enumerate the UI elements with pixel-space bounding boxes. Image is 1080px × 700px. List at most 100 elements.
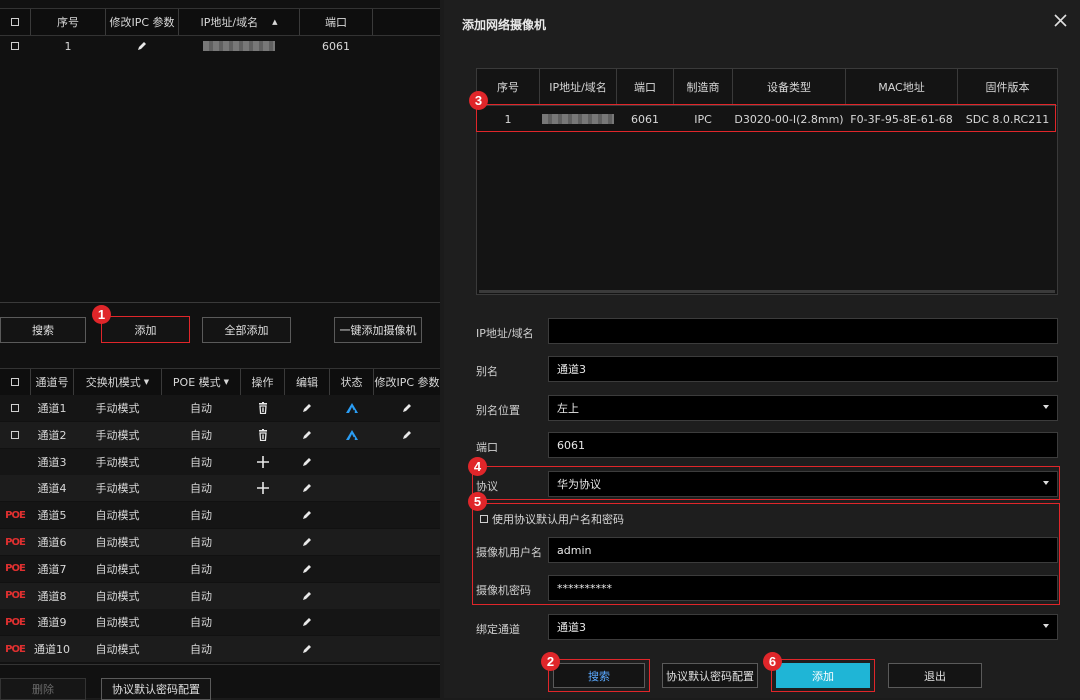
one-click-add-camera-button[interactable]: 一键添加摄像机 <box>334 317 422 343</box>
channel-name: 通道6 <box>37 536 67 549</box>
poe-indicator: POE <box>5 509 26 521</box>
username-input[interactable]: admin <box>548 537 1058 563</box>
header-ip-label: IP地址/域名 <box>200 16 259 29</box>
add-plus-icon[interactable] <box>241 475 284 501</box>
port-input[interactable]: 6061 <box>548 432 1058 458</box>
dropdown-caret-icon: ▼ <box>143 378 150 386</box>
header-modify-ipc-params: 修改IPC 参数 <box>374 376 440 389</box>
channel-row[interactable]: POE 通道9 自动模式 自动 <box>0 609 440 636</box>
password-input[interactable]: ********** <box>548 575 1058 601</box>
poe-mode: 自动 <box>190 509 212 523</box>
channel-row[interactable]: POE 通道8 自动模式 自动 <box>0 582 440 609</box>
header-channel: 通道号 <box>35 376 69 389</box>
header-modify-ipc: 修改IPC 参数 <box>109 16 175 29</box>
row-checkbox[interactable] <box>0 422 30 448</box>
add-all-button[interactable]: 全部添加 <box>202 317 291 343</box>
ip-input[interactable] <box>548 318 1058 344</box>
add-plus-icon[interactable] <box>241 449 284 475</box>
channel-name: 通道9 <box>37 616 67 630</box>
add-button[interactable]: 添加 <box>101 316 190 343</box>
edit-pencil-icon[interactable] <box>285 529 329 555</box>
header-poe-mode[interactable]: POE 模式 ▼ <box>162 369 240 395</box>
poe-mode: 自动 <box>190 402 212 415</box>
edit-pencil-icon[interactable] <box>285 583 329 609</box>
edit-pencil-icon[interactable] <box>285 636 329 662</box>
channel-select-all-checkbox[interactable] <box>0 369 30 395</box>
edit-pencil-icon[interactable] <box>285 502 329 528</box>
channel-row[interactable]: POE 通道6 自动模式 自动 <box>0 529 440 555</box>
modify-ipc-pencil-icon[interactable] <box>374 395 440 421</box>
poe-indicator <box>0 475 30 501</box>
channel-name: 通道1 <box>37 402 67 415</box>
channel-name: 通道8 <box>37 589 67 603</box>
sort-asc-icon: ▲ <box>272 18 278 26</box>
result-header-ip: IP地址/域名 <box>549 81 607 94</box>
switch-mode: 自动模式 <box>95 589 140 603</box>
edit-pencil-icon[interactable] <box>285 395 329 421</box>
channel-row[interactable]: POE 通道5 自动模式 自动 <box>0 502 440 529</box>
highlight-box-protocol <box>472 466 1060 500</box>
alias-position-select[interactable]: 左上 <box>548 395 1058 421</box>
poe-indicator: POE <box>5 590 26 602</box>
header-ip[interactable]: IP地址/域名 ▲ <box>179 9 299 35</box>
online-status-icon <box>330 422 373 448</box>
header-port: 端口 <box>325 16 347 29</box>
row-checkbox[interactable] <box>0 395 30 421</box>
edit-pencil-icon[interactable] <box>285 609 329 635</box>
switch-mode: 手动模式 <box>95 428 140 442</box>
row-checkbox[interactable] <box>0 35 30 57</box>
poe-mode: 自动 <box>190 616 212 630</box>
step-badge-6: 6 <box>763 652 782 671</box>
step-badge-3: 3 <box>469 91 488 110</box>
close-icon[interactable] <box>1054 14 1067 30</box>
poe-mode: 自动 <box>190 589 212 603</box>
header-switch-mode[interactable]: 交换机模式 ▼ <box>74 369 161 395</box>
select-all-checkbox[interactable] <box>0 9 30 35</box>
header-edit: 编辑 <box>296 376 318 389</box>
poe-mode: 自动 <box>190 562 212 576</box>
bind-channel-select[interactable]: 通道3 <box>548 614 1058 640</box>
edit-pencil-icon[interactable] <box>285 422 329 448</box>
delete-button[interactable]: 删除 <box>0 678 86 700</box>
result-header-port: 端口 <box>634 81 656 94</box>
label-password: 摄像机密码 <box>476 584 531 597</box>
row-index: 1 <box>64 39 72 53</box>
dialog-title: 添加网络摄像机 <box>462 18 547 32</box>
poe-indicator: POE <box>5 616 26 628</box>
dialog-add-button[interactable]: 添加 <box>776 663 870 688</box>
label-ip: IP地址/域名 <box>476 327 534 340</box>
use-default-credentials-checkbox[interactable]: 使用协议默认用户名和密码 <box>480 511 624 527</box>
chevron-down-icon <box>1043 405 1049 409</box>
search-button[interactable]: 搜索 <box>0 317 86 343</box>
label-alias-position: 别名位置 <box>476 404 520 417</box>
channel-row[interactable]: POE 通道10 自动模式 自动 <box>0 636 440 663</box>
delete-trash-icon[interactable] <box>241 395 284 421</box>
channel-row[interactable]: POE 通道7 自动模式 自动 <box>0 555 440 582</box>
channel-row[interactable]: 通道3 手动模式 自动 <box>0 448 440 475</box>
row-port: 6061 <box>322 39 350 53</box>
delete-trash-icon[interactable] <box>241 422 284 448</box>
header-operation: 操作 <box>251 376 274 389</box>
edit-pencil-icon[interactable] <box>285 475 329 501</box>
dialog-exit-button[interactable]: 退出 <box>888 663 982 688</box>
dialog-protocol-password-button[interactable]: 协议默认密码配置 <box>662 663 758 688</box>
poe-indicator: POE <box>5 643 26 655</box>
channel-row[interactable]: 通道1 手动模式 自动 <box>0 395 440 421</box>
dialog-search-button[interactable]: 搜索 <box>553 663 645 688</box>
table-row[interactable]: 1 6061 <box>0 35 440 57</box>
modify-ipc-pencil-icon[interactable] <box>374 422 440 448</box>
edit-pencil-icon[interactable] <box>285 556 329 582</box>
switch-mode: 自动模式 <box>95 509 140 523</box>
edit-pencil-icon[interactable] <box>285 449 329 475</box>
channel-row[interactable]: 通道2 手动模式 自动 <box>0 421 440 448</box>
protocol-default-password-button[interactable]: 协议默认密码配置 <box>101 678 211 700</box>
horizontal-scrollbar[interactable] <box>479 290 1055 293</box>
use-default-credentials-label: 使用协议默认用户名和密码 <box>492 513 624 526</box>
switch-mode: 自动模式 <box>95 536 140 549</box>
channel-row[interactable]: 通道4 手动模式 自动 <box>0 475 440 502</box>
result-table-header: 序号 IP地址/域名 端口 制造商 设备类型 MAC地址 固件版本 <box>477 69 1057 106</box>
switch-mode: 自动模式 <box>95 562 140 576</box>
alias-input[interactable]: 通道3 <box>548 356 1058 382</box>
edit-pencil-icon[interactable] <box>106 35 178 57</box>
label-bind-channel: 绑定通道 <box>476 623 520 636</box>
